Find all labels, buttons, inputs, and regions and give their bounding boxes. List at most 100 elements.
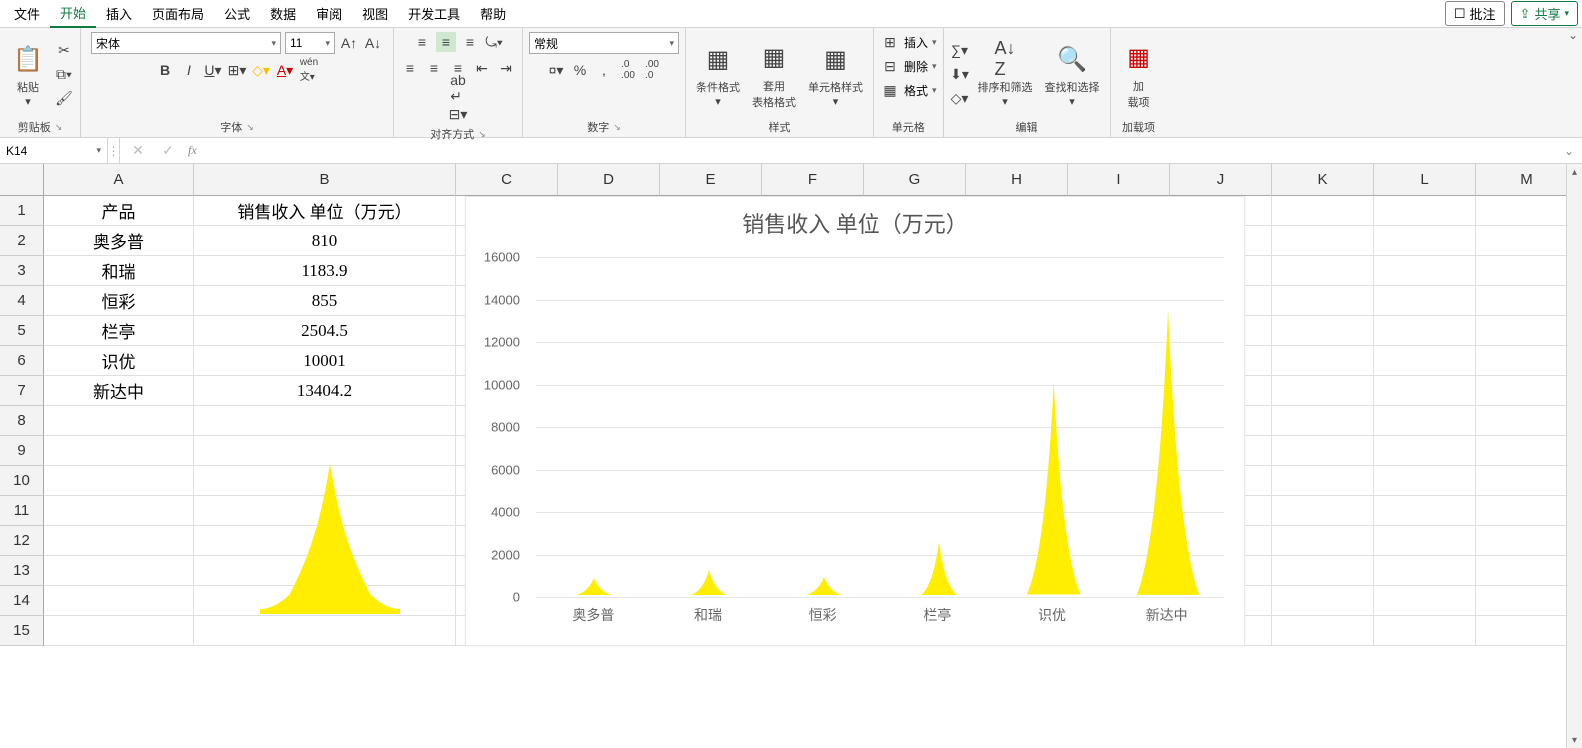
underline-icon[interactable]: U▾ — [203, 60, 223, 80]
row-header-2[interactable]: 2 — [0, 226, 44, 256]
cell-L5[interactable] — [1374, 316, 1476, 346]
cell-L15[interactable] — [1374, 616, 1476, 646]
tab-review[interactable]: 审阅 — [306, 0, 352, 27]
wrap-text-icon[interactable]: ab↵ — [444, 78, 472, 98]
italic-icon[interactable]: I — [179, 60, 199, 80]
row-header-7[interactable]: 7 — [0, 376, 44, 406]
cell-A9[interactable] — [44, 436, 194, 466]
cell-L8[interactable] — [1374, 406, 1476, 436]
row-header-4[interactable]: 4 — [0, 286, 44, 316]
cell-A15[interactable] — [44, 616, 194, 646]
align-middle-icon[interactable]: ≡ — [436, 32, 456, 52]
enter-formula-icon[interactable]: ✓ — [158, 141, 178, 161]
cell-M6[interactable] — [1476, 346, 1578, 376]
align-left-icon[interactable]: ≡ — [400, 58, 420, 78]
col-header-K[interactable]: K — [1272, 164, 1374, 196]
col-header-A[interactable]: A — [44, 164, 194, 196]
number-format-dropdown[interactable]: 常规▾ — [529, 32, 679, 54]
cell-L10[interactable] — [1374, 466, 1476, 496]
cell-M2[interactable] — [1476, 226, 1578, 256]
bold-icon[interactable]: B — [155, 60, 175, 80]
tab-file[interactable]: 文件 — [4, 0, 50, 27]
decrease-font-icon[interactable]: A↓ — [363, 33, 383, 53]
cell-A8[interactable] — [44, 406, 194, 436]
col-header-L[interactable]: L — [1374, 164, 1476, 196]
align-center-icon[interactable]: ≡ — [424, 58, 444, 78]
data-point[interactable] — [921, 542, 957, 595]
comma-icon[interactable]: , — [594, 60, 614, 80]
col-header-J[interactable]: J — [1170, 164, 1272, 196]
cell-K14[interactable] — [1272, 586, 1374, 616]
row-header-15[interactable]: 15 — [0, 616, 44, 646]
data-point[interactable] — [691, 570, 727, 595]
number-dialog-launcher[interactable]: ↘ — [613, 122, 621, 133]
cell-M11[interactable] — [1476, 496, 1578, 526]
col-header-F[interactable]: F — [762, 164, 864, 196]
cell-L11[interactable] — [1374, 496, 1476, 526]
cell-M12[interactable] — [1476, 526, 1578, 556]
data-point[interactable] — [1027, 382, 1081, 595]
fill-color-icon[interactable]: ◇▾ — [251, 60, 271, 80]
increase-decimal-icon[interactable]: .0.00 — [618, 60, 638, 80]
name-box[interactable]: K14▾ — [0, 138, 108, 163]
format-painter-icon[interactable]: 🖌 — [54, 89, 74, 109]
border-icon[interactable]: ⊞▾ — [227, 60, 247, 80]
decrease-decimal-icon[interactable]: .00.0 — [642, 60, 662, 80]
tab-dev[interactable]: 开发工具 — [398, 0, 470, 27]
col-header-C[interactable]: C — [456, 164, 558, 196]
cell-L9[interactable] — [1374, 436, 1476, 466]
cell-A13[interactable] — [44, 556, 194, 586]
cell-M1[interactable] — [1476, 196, 1578, 226]
cell-M8[interactable] — [1476, 406, 1578, 436]
cell-styles-button[interactable]: ▦单元格样式▾ — [804, 41, 867, 108]
share-button[interactable]: ⇪共享▾ — [1511, 1, 1578, 26]
merge-center-icon[interactable]: ⊟▾ — [448, 104, 468, 124]
cell-B6[interactable]: 10001 — [194, 346, 456, 376]
tab-formulas[interactable]: 公式 — [214, 0, 260, 27]
cell-K4[interactable] — [1272, 286, 1374, 316]
col-header-H[interactable]: H — [966, 164, 1068, 196]
chart[interactable]: 销售收入 单位（万元） 0200040006000800010000120001… — [465, 196, 1245, 646]
cell-A12[interactable] — [44, 526, 194, 556]
vertical-scrollbar[interactable]: ▴ ▾ — [1566, 164, 1582, 748]
addins-button[interactable]: ▦加 载项 — [1117, 40, 1161, 110]
cell-L3[interactable] — [1374, 256, 1476, 286]
font-size-dropdown[interactable]: 11▾ — [285, 32, 335, 54]
name-box-resize[interactable]: ⋮ — [108, 138, 120, 163]
format-cells-button[interactable]: ▦格式▾ — [880, 80, 937, 100]
cell-A11[interactable] — [44, 496, 194, 526]
cell-L6[interactable] — [1374, 346, 1476, 376]
row-header-1[interactable]: 1 — [0, 196, 44, 226]
clipboard-dialog-launcher[interactable]: ↘ — [55, 122, 63, 133]
cell-K2[interactable] — [1272, 226, 1374, 256]
cell-B7[interactable]: 13404.2 — [194, 376, 456, 406]
cell-L7[interactable] — [1374, 376, 1476, 406]
accounting-format-icon[interactable]: ¤▾ — [546, 60, 566, 80]
row-header-9[interactable]: 9 — [0, 436, 44, 466]
tab-help[interactable]: 帮助 — [470, 0, 516, 27]
cut-icon[interactable]: ✂ — [54, 41, 74, 61]
col-header-B[interactable]: B — [194, 164, 456, 196]
tab-data[interactable]: 数据 — [260, 0, 306, 27]
collapse-ribbon-button[interactable]: ⌄ — [1564, 28, 1582, 137]
cell-K11[interactable] — [1272, 496, 1374, 526]
cell-B15[interactable] — [194, 616, 456, 646]
sort-filter-button[interactable]: A↓Z排序和筛选▾ — [974, 41, 1037, 108]
row-header-6[interactable]: 6 — [0, 346, 44, 376]
row-header-5[interactable]: 5 — [0, 316, 44, 346]
cell-M4[interactable] — [1476, 286, 1578, 316]
find-select-button[interactable]: 🔍查找和选择▾ — [1041, 41, 1104, 108]
cell-L4[interactable] — [1374, 286, 1476, 316]
cell-L1[interactable] — [1374, 196, 1476, 226]
cell-B1[interactable]: 销售收入 单位（万元） — [194, 196, 456, 226]
cell-M10[interactable] — [1476, 466, 1578, 496]
cell-L14[interactable] — [1374, 586, 1476, 616]
row-header-10[interactable]: 10 — [0, 466, 44, 496]
comments-button[interactable]: ☐批注 — [1445, 1, 1505, 26]
cell-K5[interactable] — [1272, 316, 1374, 346]
cell-A1[interactable]: 产品 — [44, 196, 194, 226]
scroll-up-icon[interactable]: ▴ — [1567, 164, 1582, 180]
row-header-14[interactable]: 14 — [0, 586, 44, 616]
cell-L2[interactable] — [1374, 226, 1476, 256]
cell-A5[interactable]: 栏亭 — [44, 316, 194, 346]
